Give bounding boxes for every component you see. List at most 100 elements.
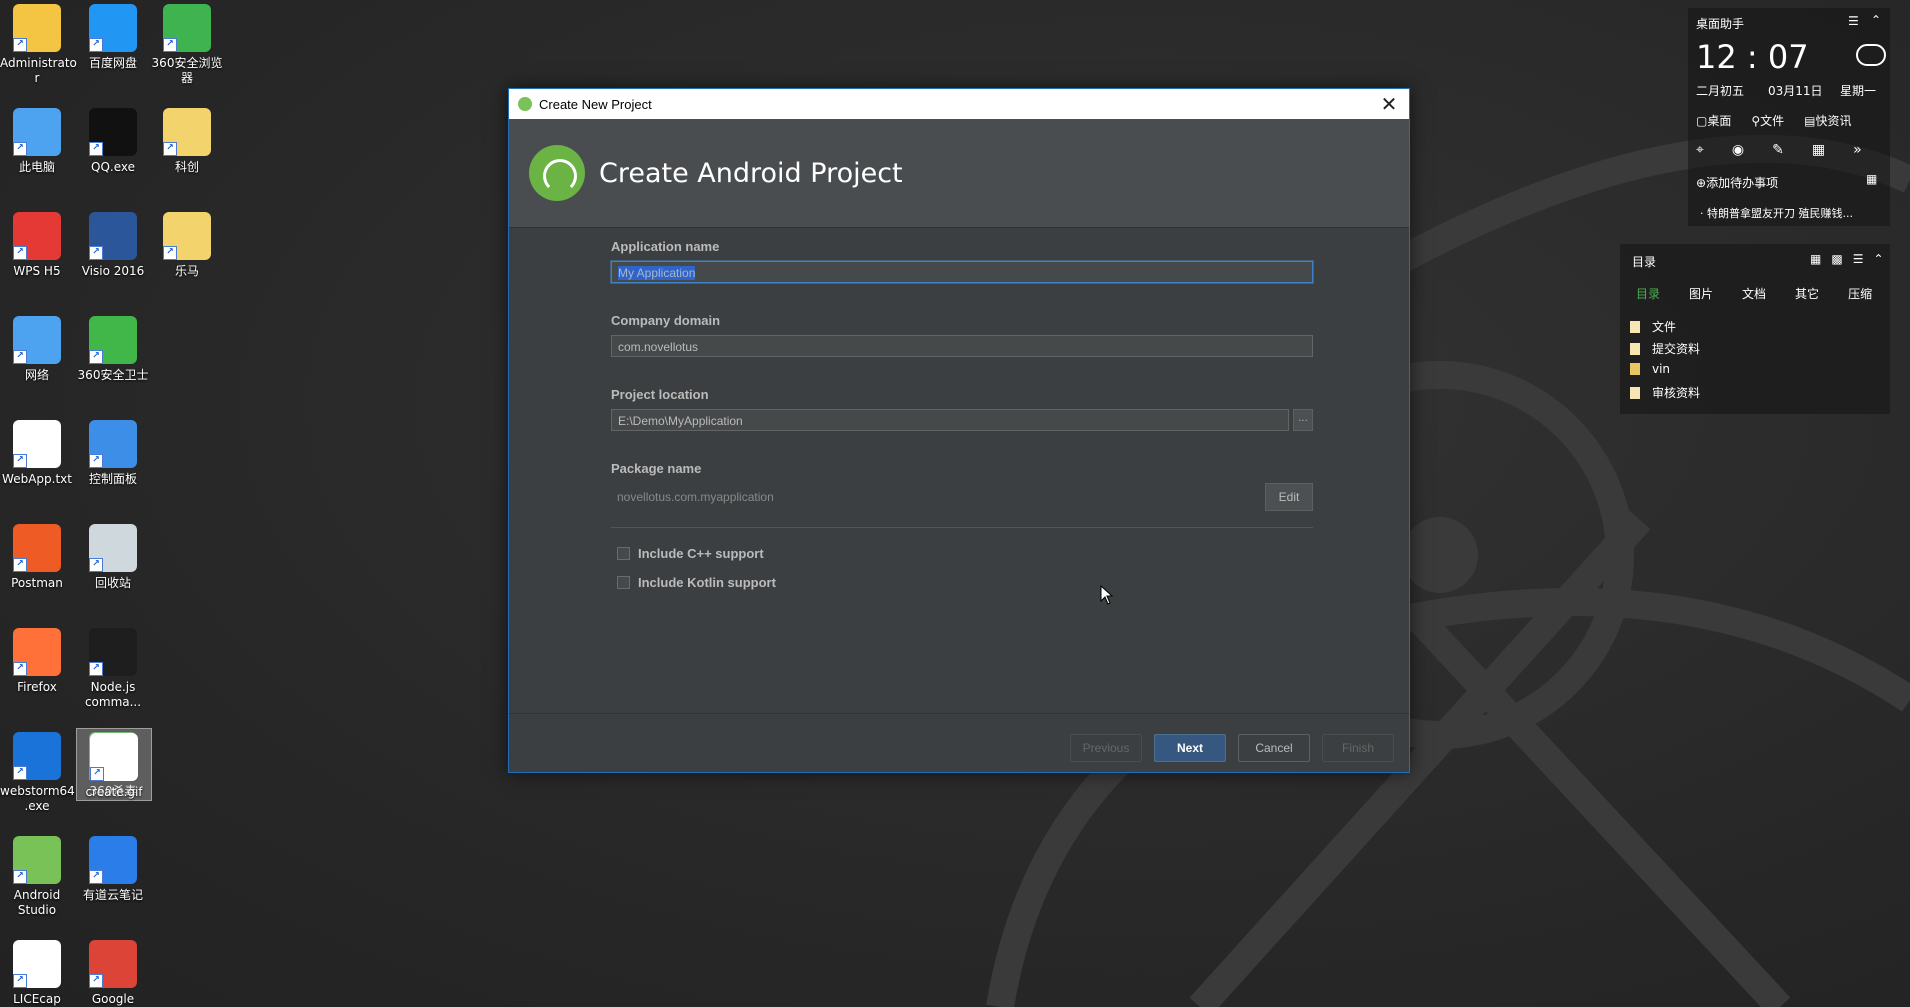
- shortcut-arrow-icon: ↗: [89, 142, 103, 156]
- shortcut-arrow-icon: ↗: [13, 246, 27, 260]
- network-icon: ↗: [13, 316, 61, 364]
- application-name-input[interactable]: My Application: [611, 261, 1313, 283]
- desktop-icon[interactable]: ↗ 网络: [0, 312, 74, 383]
- close-icon[interactable]: ✕: [1369, 89, 1409, 119]
- desktop-icon[interactable]: ↗ 有道云笔记: [76, 832, 150, 903]
- next-button[interactable]: Next: [1154, 734, 1226, 762]
- create-project-dialog: Create New Project ✕ Create Android Proj…: [508, 88, 1410, 773]
- lock-icon[interactable]: ▩: [1831, 252, 1842, 266]
- desktop-icon[interactable]: ↗ 此电脑: [0, 104, 74, 175]
- cancel-button[interactable]: Cancel: [1238, 734, 1310, 762]
- file-item[interactable]: 文件: [1630, 318, 1676, 335]
- desktop-icon[interactable]: ↗ LICEcap: [0, 936, 74, 1007]
- desktop-icon-label: 百度网盘: [88, 56, 137, 70]
- webstorm-icon: ↗: [13, 732, 61, 780]
- desktop-icon[interactable]: ↗ 回收站: [76, 520, 150, 591]
- include-cpp-checkbox[interactable]: Include C++ support: [617, 546, 1313, 561]
- 360-security-icon: ↗: [89, 316, 137, 364]
- desktop-icon[interactable]: ↗ Postman: [0, 520, 74, 591]
- menu-icon[interactable]: ☰: [1848, 14, 1859, 28]
- desktop-icon[interactable]: ↗ 360安全浏览 器: [150, 0, 224, 86]
- note-icon[interactable]: ✎: [1772, 142, 1784, 158]
- text-file-icon: ↗: [13, 420, 61, 468]
- include-kotlin-checkbox[interactable]: Include Kotlin support: [617, 575, 1313, 590]
- crop-icon[interactable]: ⌖: [1696, 142, 1704, 158]
- add-todo-button[interactable]: ⊕添加待办事项: [1696, 174, 1778, 191]
- menu-icon[interactable]: ☰: [1853, 252, 1864, 266]
- desktop-icon[interactable]: ↗ 科创: [150, 104, 224, 175]
- company-domain-input[interactable]: com.novellotus: [611, 335, 1313, 357]
- shortcut-arrow-icon: ↗: [89, 350, 103, 364]
- finish-button[interactable]: Finish: [1322, 734, 1394, 762]
- wps-h5-icon: ↗: [13, 212, 61, 260]
- desktop-icon[interactable]: ↗ Administrato r: [0, 0, 77, 86]
- desktop-icon-label: Android Studio: [13, 888, 61, 917]
- shortcut-arrow-icon: ↗: [13, 350, 27, 364]
- desktop-icon-label: WebApp.txt: [2, 472, 72, 486]
- desktop-icon[interactable]: ↗ Visio 2016: [76, 208, 150, 279]
- weather-cloud-icon: [1856, 44, 1886, 66]
- desktop-icon[interactable]: ↗ QQ.exe: [76, 104, 150, 175]
- recycle-bin-icon: ↗: [89, 524, 137, 572]
- project-location-row: Project location E:\Demo\MyApplication .…: [611, 387, 1313, 431]
- grid-icon[interactable]: ▦: [1810, 252, 1821, 266]
- tab-desktop[interactable]: ▢桌面: [1696, 112, 1731, 129]
- nodejs-command-icon: ↗: [89, 628, 137, 676]
- folder-tabs: 目录 图片 文档 其它 压缩: [1636, 285, 1872, 302]
- company-domain-row: Company domain com.novellotus: [611, 313, 1313, 357]
- package-name-row: Package name novellotus.com.myapplicatio…: [611, 461, 1313, 511]
- file-icon: [1630, 386, 1640, 399]
- more-icon[interactable]: »: [1853, 142, 1862, 158]
- calculator-icon[interactable]: ▦: [1812, 142, 1825, 158]
- desktop-icon[interactable]: ↗ 百度网盘: [76, 0, 150, 71]
- checkbox-box[interactable]: [617, 547, 630, 560]
- collapse-icon[interactable]: ⌃: [1873, 252, 1883, 266]
- news-item[interactable]: · 特朗普拿盟友开刀 殖民赚钱...: [1700, 205, 1853, 221]
- desktop-icon-label: Postman: [11, 576, 63, 590]
- file-item[interactable]: vin: [1630, 362, 1670, 376]
- tab-news[interactable]: ▤快资讯: [1804, 112, 1851, 129]
- folder-widget-controls: ▦ ▩ ☰ ⌃: [1810, 252, 1884, 266]
- file-item[interactable]: 提交资料: [1630, 340, 1700, 357]
- collapse-icon[interactable]: ⌃: [1871, 13, 1881, 27]
- tab-images[interactable]: 图片: [1689, 285, 1713, 302]
- window-titlebar[interactable]: Create New Project ✕: [509, 89, 1409, 119]
- desktop-icon[interactable]: ↗ WebApp.txt: [0, 416, 74, 487]
- desktop-icon-label: 有道云笔记: [82, 888, 143, 902]
- eye-icon[interactable]: ◉: [1732, 142, 1744, 158]
- tab-files[interactable]: ⚲文件: [1751, 112, 1784, 129]
- desktop-icon[interactable]: ↗ create.gif: [76, 728, 152, 801]
- tab-documents[interactable]: 文档: [1742, 285, 1766, 302]
- qr-code-icon[interactable]: ▦: [1866, 172, 1877, 186]
- desktop-icon-label: Node.js comma...: [84, 680, 142, 709]
- file-item[interactable]: 审核资料: [1630, 384, 1700, 401]
- folder-widget: 目录 ▦ ▩ ☰ ⌃ 目录 图片 文档 其它 压缩 文件 提交资料 vin 审核…: [1620, 244, 1890, 414]
- project-location-input[interactable]: E:\Demo\MyApplication: [611, 409, 1289, 431]
- desktop-icon[interactable]: ↗ WPS H5: [0, 208, 74, 279]
- desktop-icon[interactable]: ↗ Android Studio: [0, 832, 74, 918]
- desktop-icon[interactable]: ↗ 360安全卫士: [76, 312, 150, 383]
- desktop-icon-label: Administrato r: [0, 56, 77, 85]
- desktop-icon-label: 360安全卫士: [77, 368, 149, 382]
- desktop-icon[interactable]: ↗ webstorm64 .exe: [0, 728, 75, 814]
- shortcut-arrow-icon: ↗: [13, 870, 27, 884]
- desktop-icon-label: Google: [91, 992, 135, 1006]
- tab-other[interactable]: 其它: [1795, 285, 1819, 302]
- desktop-icon[interactable]: ↗ 乐马: [150, 208, 224, 279]
- desktop-icon[interactable]: ↗ 控制面板: [76, 416, 150, 487]
- browse-button[interactable]: ...: [1293, 409, 1313, 431]
- desktop-icon[interactable]: ↗ Google: [76, 936, 150, 1007]
- shortcut-arrow-icon: ↗: [89, 246, 103, 260]
- dialog-banner: Create Android Project: [509, 119, 1409, 228]
- shortcut-arrow-icon: ↗: [90, 767, 104, 781]
- shortcut-arrow-icon: ↗: [13, 974, 27, 988]
- tab-directory[interactable]: 目录: [1636, 285, 1660, 302]
- tab-compressed[interactable]: 压缩: [1848, 285, 1872, 302]
- desktop-icon[interactable]: ↗ Firefox: [0, 624, 74, 695]
- desktop-icon[interactable]: ↗ Node.js comma...: [76, 624, 150, 710]
- edit-package-button[interactable]: Edit: [1265, 483, 1313, 511]
- previous-button[interactable]: Previous: [1070, 734, 1142, 762]
- checkbox-box[interactable]: [617, 576, 630, 589]
- shortcut-arrow-icon: ↗: [89, 558, 103, 572]
- folder-icon: ↗: [163, 108, 211, 156]
